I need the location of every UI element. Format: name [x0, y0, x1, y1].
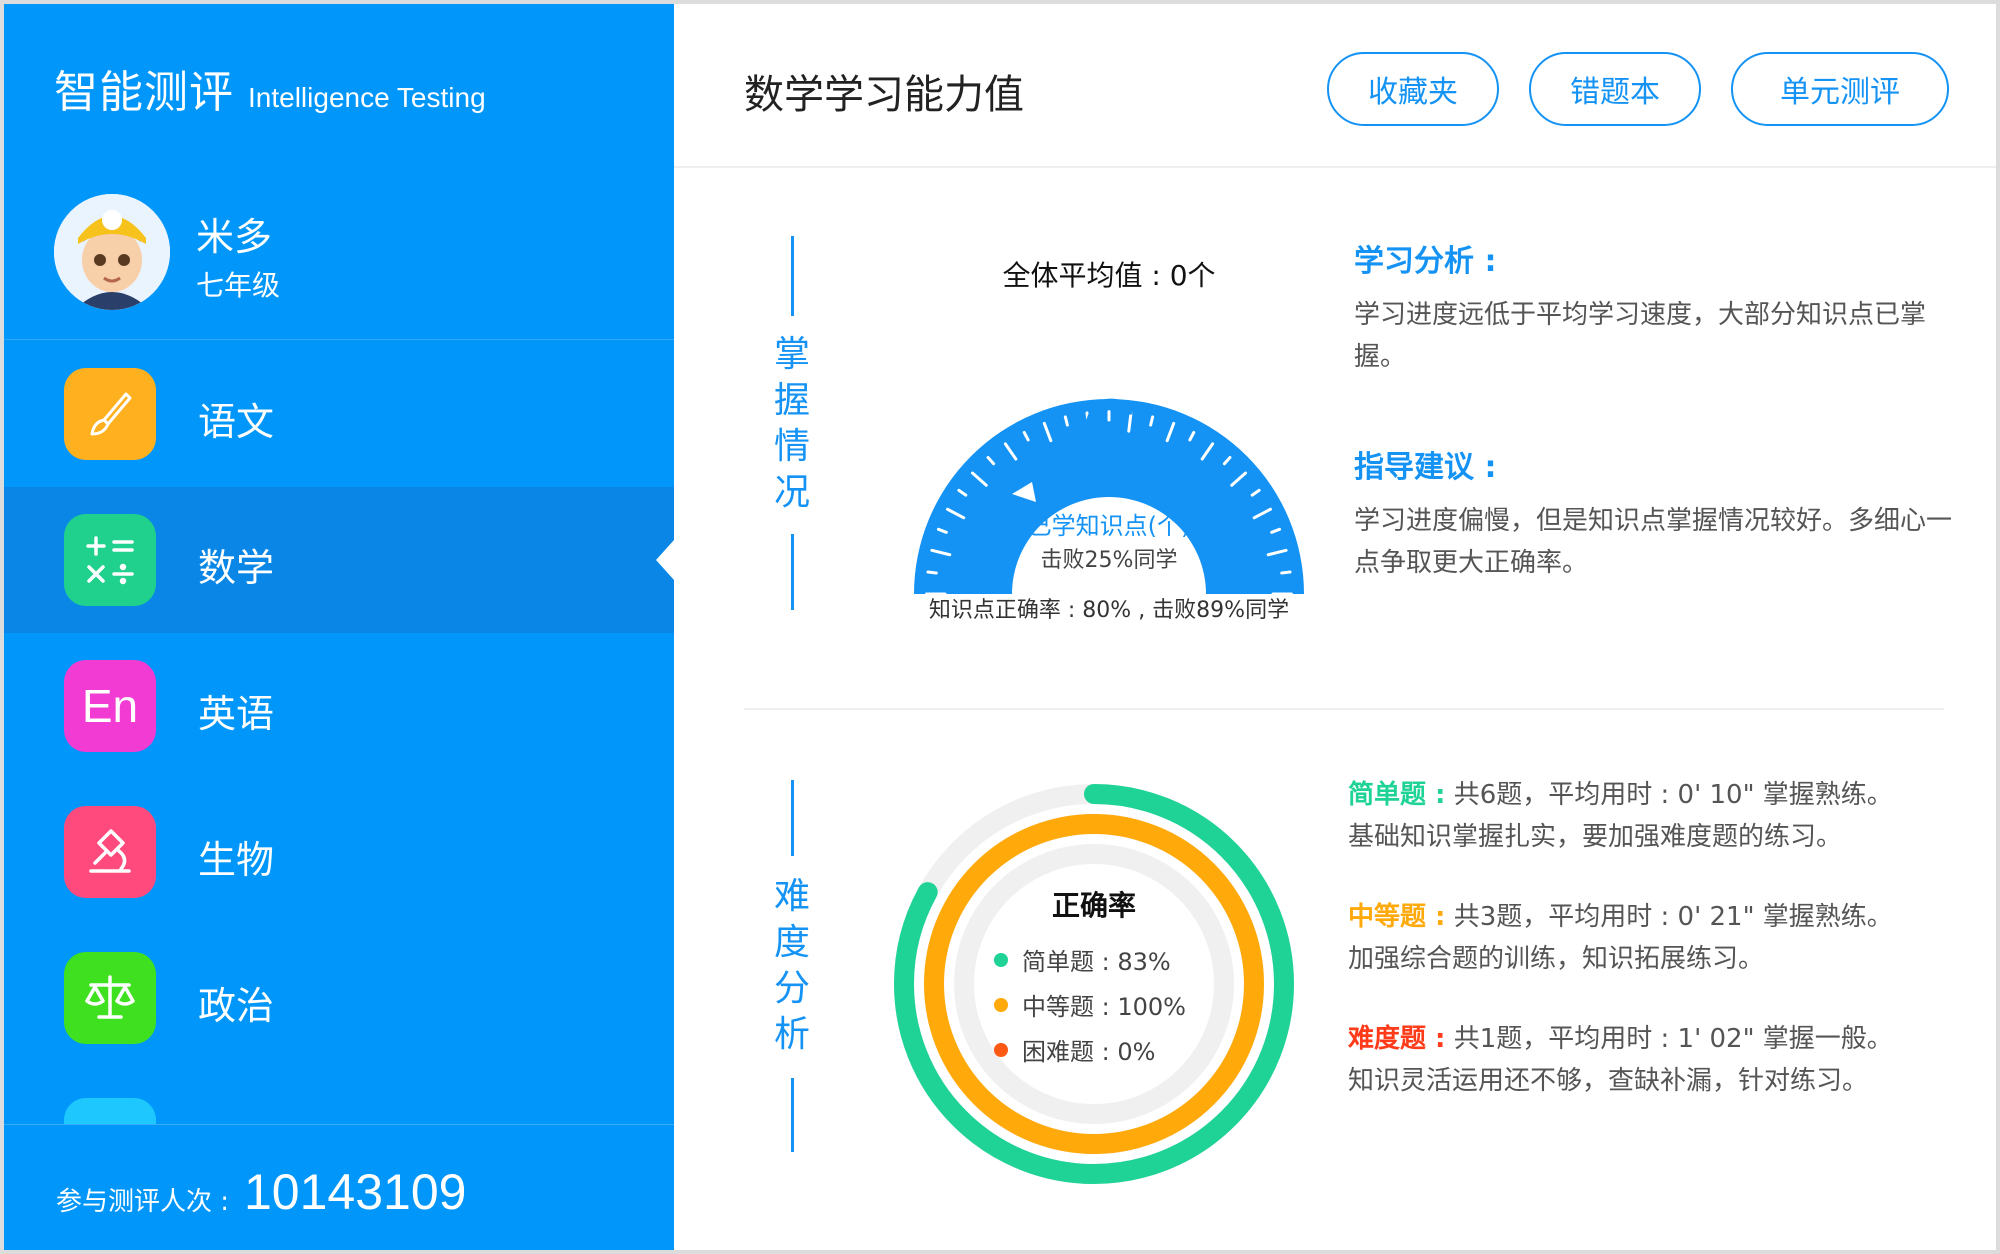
participant-counter: 参与测评人次 : 10143109	[4, 1124, 674, 1250]
hard-line2: 知识灵活运用还不够，查缺补漏，针对练习。	[1348, 1066, 1869, 1096]
section-divider	[744, 708, 1944, 710]
subject-label-english: 英语	[198, 692, 275, 736]
easy-line2: 基础知识掌握扎实，要加强难度题的练习。	[1348, 822, 1843, 852]
scales-icon	[64, 952, 156, 1044]
subject-label-chinese: 语文	[198, 400, 275, 444]
section-line	[791, 534, 794, 610]
hard-label: 难度题 :	[1348, 1024, 1446, 1054]
subject-item-politics[interactable]: 政治	[4, 925, 674, 1071]
medium-detail: 中等题 : 共3题，平均用时 : 0' 21" 掌握熟练。 加强综合题的训练，知…	[1348, 896, 1968, 980]
subject-label-biology: 生物	[198, 838, 275, 882]
app-frame: 智能测评 Intelligence Testing 米多 七年级 语文 数学 E…	[0, 0, 2000, 1254]
guidance-text: 学习进度偏慢，但是知识点掌握情况较好。多细心一点争取更大正确率。	[1354, 506, 1953, 578]
difficulty-label-char: 分	[773, 968, 810, 1009]
easy-detail: 简单题 : 共6题，平均用时 : 0' 10" 掌握熟练。 基础知识掌握扎实，要…	[1348, 774, 1968, 858]
user-grade: 七年级	[196, 269, 281, 302]
legend-dot	[994, 997, 1008, 1012]
user-profile[interactable]: 米多 七年级	[4, 172, 674, 340]
easy-line1: 共6题，平均用时 : 0' 10" 掌握熟练。	[1453, 780, 1893, 810]
brand: 智能测评 Intelligence Testing	[54, 56, 486, 120]
brand-subtitle: Intelligence Testing	[248, 82, 486, 113]
en-icon: En	[64, 660, 156, 752]
user-name: 米多	[196, 215, 273, 259]
main-panel: 数学学习能力值 收藏夹 错题本 单元测评 掌 握 情 况 全体平均值 : 0个 …	[674, 4, 1996, 1250]
mastery-label-char: 情	[773, 426, 810, 467]
section-line	[791, 236, 794, 316]
section-line	[791, 780, 794, 856]
favorites-button[interactable]: 收藏夹	[1327, 52, 1499, 126]
difficulty-label-char: 难	[773, 876, 810, 917]
sidebar: 智能测评 Intelligence Testing 米多 七年级 语文 数学 E…	[4, 4, 674, 1250]
learned-count: 6	[1078, 377, 1140, 500]
accuracy-summary: 知识点正确率 : 80% , 击败89%同学	[928, 598, 1290, 623]
subject-label-math: 数学	[198, 546, 275, 590]
hard-detail: 难度题 : 共1题，平均用时 : 1' 02" 掌握一般。 知识灵活运用还不够，…	[1348, 1018, 1968, 1102]
accuracy-title: 正确率	[1051, 889, 1136, 922]
medium-line2: 加强综合题的训练，知识拓展练习。	[1348, 944, 1765, 974]
en-icon-text: En	[81, 680, 139, 732]
medium-label: 中等题 :	[1348, 902, 1446, 932]
learning-analysis-text: 学习进度远低于平均学习速度，大部分知识点已掌握。	[1354, 300, 1927, 372]
subject-label-politics: 政治	[198, 984, 275, 1028]
participant-label: 参与测评人次 :	[56, 1187, 230, 1217]
subject-item-chinese[interactable]: 语文	[4, 341, 674, 487]
active-indicator	[656, 540, 674, 580]
mastery-label-char: 握	[773, 380, 810, 421]
legend-label: 中等题 : 100%	[1022, 993, 1186, 1021]
medium-line1: 共3题，平均用时 : 0' 21" 掌握熟练。	[1453, 902, 1893, 932]
math-symbols-icon	[64, 514, 156, 606]
brand-title: 智能测评	[54, 67, 234, 118]
mastery-label-char: 况	[773, 472, 810, 513]
section-line	[791, 1078, 794, 1152]
legend-hard: 困难题 : 0%	[994, 1032, 1194, 1067]
page-title: 数学学习能力值	[744, 72, 1024, 118]
average-value: 全体平均值 : 0个	[1002, 259, 1216, 292]
legend-medium: 中等题 : 100%	[994, 987, 1194, 1022]
participant-value: 10143109	[244, 1164, 467, 1220]
mastery-label-char: 掌	[773, 334, 810, 375]
legend-label: 简单题 : 83%	[1022, 948, 1171, 976]
hard-line1: 共1题，平均用时 : 1' 02" 掌握一般。	[1453, 1024, 1893, 1054]
mastery-gauge: 全体平均值 : 0个 6 已学知识点(个) 击败25%同学 知识点正确率 : 8…	[894, 224, 1334, 644]
easy-label: 简单题 :	[1348, 780, 1446, 810]
difficulty-details: 简单题 : 共6题，平均用时 : 0' 10" 掌握熟练。 基础知识掌握扎实，要…	[1348, 774, 1968, 1140]
unit-test-button[interactable]: 单元测评	[1731, 52, 1949, 126]
header: 数学学习能力值 收藏夹 错题本 单元测评	[674, 4, 1996, 168]
microscope-icon	[64, 806, 156, 898]
brush-icon	[64, 368, 156, 460]
subject-item-biology[interactable]: 生物	[4, 779, 674, 925]
subject-item-english[interactable]: En 英语	[4, 633, 674, 779]
subject-list: 语文 数学 En 英语 生物 政治	[4, 341, 674, 1217]
subject-item-math[interactable]: 数学	[4, 487, 674, 633]
donut-center: 正确率 简单题 : 83% 中等题 : 100% 困难题 : 0%	[994, 884, 1194, 1067]
legend-easy: 简单题 : 83%	[994, 942, 1194, 977]
analysis-panel: 学习分析 : 学习进度远低于平均学习速度，大部分知识点已掌握。 指导建议 : 学…	[1354, 236, 1954, 584]
learned-label: 已学知识点(个)	[1027, 512, 1191, 540]
avatar	[54, 194, 170, 310]
learning-analysis-title: 学习分析 :	[1354, 244, 1497, 279]
legend-dot	[994, 1042, 1008, 1057]
difficulty-label-char: 度	[773, 922, 810, 963]
guidance-title: 指导建议 :	[1354, 450, 1497, 485]
legend-label: 困难题 : 0%	[1022, 1038, 1156, 1066]
beat-percent: 击败25%同学	[1040, 548, 1178, 573]
legend-dot	[994, 952, 1008, 967]
wrong-questions-button[interactable]: 错题本	[1529, 52, 1701, 126]
difficulty-label-char: 析	[773, 1014, 810, 1055]
accuracy-donut: 正确率 简单题 : 83% 中等题 : 100% 困难题 : 0%	[884, 774, 1304, 1194]
